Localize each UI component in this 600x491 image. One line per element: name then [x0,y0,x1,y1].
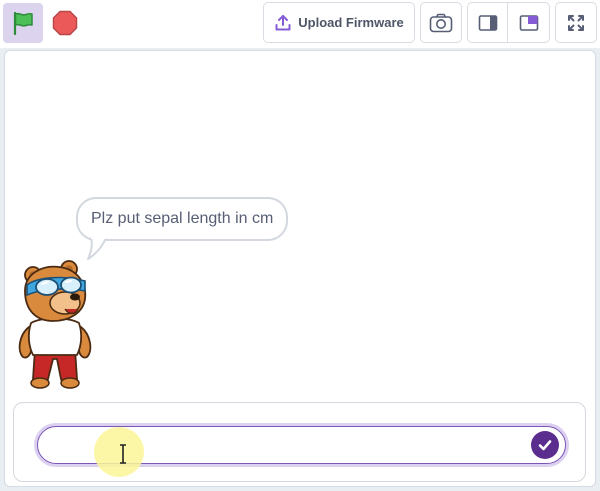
stop-button[interactable] [48,6,82,40]
speech-bubble-text: Plz put sepal length in cm [91,210,274,227]
ask-answer-input[interactable] [37,426,566,464]
stage-canvas[interactable]: Plz put sepal length in cm [4,50,596,487]
app-window: Upload Firmware Plz put sepal length in … [0,0,600,491]
fullscreen-button[interactable] [555,2,597,43]
green-flag-button[interactable] [3,3,43,43]
large-stage-button[interactable] [507,2,550,43]
small-stage-layout-icon [478,14,497,31]
large-stage-layout-icon [519,14,538,31]
stage-toolbar: Upload Firmware [0,0,600,48]
bear-sprite[interactable] [7,251,103,391]
ask-prompt-panel [13,402,586,482]
speech-bubble: Plz put sepal length in cm [76,197,289,241]
screenshot-button[interactable] [420,2,462,43]
submit-answer-button[interactable] [531,431,559,459]
checkmark-icon [538,440,552,451]
camera-icon [429,13,453,32]
upload-icon [275,14,291,30]
upload-firmware-label: Upload Firmware [298,15,404,30]
small-stage-button[interactable] [467,2,508,43]
green-flag-icon [13,11,33,36]
fullscreen-icon [568,14,584,31]
stop-icon [52,10,78,36]
upload-firmware-button[interactable]: Upload Firmware [263,2,415,43]
ask-input-focus-ring [34,423,569,467]
